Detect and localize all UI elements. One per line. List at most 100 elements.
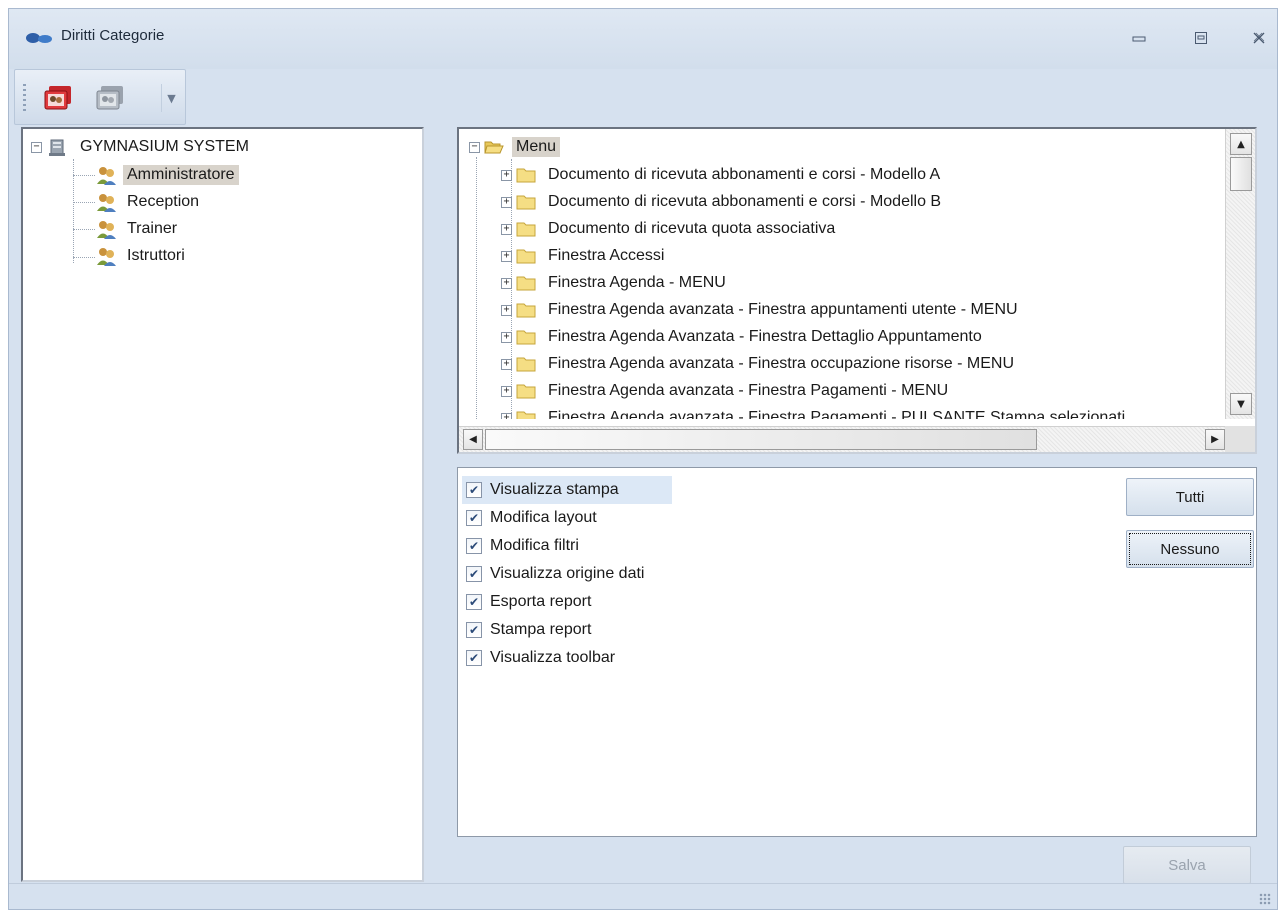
- permission-modifica-layout[interactable]: ✔ Modifica layout: [462, 504, 607, 532]
- checkbox[interactable]: ✔: [466, 566, 482, 582]
- expand-icon[interactable]: +: [501, 223, 512, 235]
- menu-item-label: Finestra Agenda avanzata - Finestra occu…: [548, 355, 1014, 372]
- diritti-categorie-window: Diritti Categorie ▼ − GYMNASIUM SYSTEM A…: [8, 8, 1278, 910]
- vertical-scroll-thumb[interactable]: [1230, 157, 1252, 191]
- folder-icon: [516, 249, 536, 264]
- folder-icon: [516, 411, 536, 419]
- menu-item[interactable]: + Finestra Agenda Avanzata - Finestra De…: [501, 324, 986, 350]
- user-group-gray-icon[interactable]: [91, 82, 129, 114]
- menu-item[interactable]: + Finestra Agenda avanzata - Finestra Pa…: [501, 405, 1129, 419]
- collapse-icon[interactable]: −: [469, 141, 480, 153]
- checkbox[interactable]: ✔: [466, 510, 482, 526]
- collapse-icon[interactable]: −: [31, 141, 42, 153]
- scroll-down-icon[interactable]: ▼: [1230, 393, 1252, 415]
- close-icon[interactable]: [1247, 27, 1271, 49]
- checkbox[interactable]: ✔: [466, 650, 482, 666]
- expand-icon[interactable]: +: [501, 385, 512, 397]
- vertical-scrollbar[interactable]: ▲ ▼: [1225, 129, 1255, 419]
- maximize-icon[interactable]: [1189, 27, 1213, 49]
- permissions-list: ✔ Visualizza stampa ✔ Modifica layout ✔ …: [457, 467, 1257, 837]
- checkbox[interactable]: ✔: [466, 482, 482, 498]
- horizontal-scrollbar[interactable]: ◀ ▶: [459, 426, 1229, 452]
- permission-visualizza-stampa[interactable]: ✔ Visualizza stampa: [462, 476, 672, 504]
- save-button[interactable]: Salva: [1123, 846, 1251, 884]
- permission-stampa-report[interactable]: ✔ Stampa report: [462, 616, 601, 644]
- expand-icon[interactable]: +: [501, 277, 512, 289]
- folder-icon: [516, 195, 536, 210]
- permission-visualizza-origine-dati[interactable]: ✔ Visualizza origine dati: [462, 560, 654, 588]
- title-bar: Diritti Categorie: [9, 9, 1277, 69]
- tree-item-label: Trainer: [127, 220, 178, 237]
- tree-item-istruttori[interactable]: Istruttori: [95, 244, 189, 268]
- tree-root-label: GYMNASIUM SYSTEM: [80, 138, 249, 155]
- status-bar: [9, 883, 1277, 909]
- permission-label: Visualizza toolbar: [490, 649, 616, 666]
- scroll-up-icon[interactable]: ▲: [1230, 133, 1252, 155]
- menu-item-label: Finestra Accessi: [548, 247, 665, 264]
- user-group-icon: [97, 194, 116, 212]
- scroll-corner: [1225, 426, 1255, 452]
- menu-item[interactable]: + Finestra Agenda avanzata - Finestra Pa…: [501, 378, 952, 404]
- permission-label: Stampa report: [490, 621, 592, 638]
- expand-icon[interactable]: +: [501, 196, 512, 208]
- permission-visualizza-toolbar[interactable]: ✔ Visualizza toolbar: [462, 644, 625, 672]
- menu-item-label: Finestra Agenda Avanzata - Finestra Dett…: [548, 328, 982, 345]
- horizontal-scroll-thumb[interactable]: [485, 429, 1037, 450]
- menu-item[interactable]: + Finestra Agenda avanzata - Finestra oc…: [501, 351, 1018, 377]
- scroll-right-icon[interactable]: ▶: [1205, 429, 1225, 450]
- folder-icon: [516, 276, 536, 291]
- select-none-button[interactable]: Nessuno: [1126, 530, 1254, 568]
- tree-item-label: Istruttori: [127, 247, 185, 264]
- expand-icon[interactable]: +: [501, 412, 512, 419]
- folder-icon: [516, 384, 536, 399]
- user-group-icon: [97, 167, 116, 185]
- permission-modifica-filtri[interactable]: ✔ Modifica filtri: [462, 532, 589, 560]
- menu-item[interactable]: + Documento di ricevuta abbonamenti e co…: [501, 162, 944, 188]
- tree-item-amministratore[interactable]: Amministratore: [95, 163, 239, 187]
- menu-root-label: Menu: [512, 137, 561, 157]
- expand-icon[interactable]: +: [501, 304, 512, 316]
- expand-icon[interactable]: +: [501, 331, 512, 343]
- menu-item-label: Finestra Agenda avanzata - Finestra appu…: [548, 301, 1018, 318]
- toolbar: ▼: [14, 69, 186, 125]
- menu-tree-rows: − Menu + Documento di ricevuta abbonamen…: [459, 129, 1219, 419]
- resize-grip-icon[interactable]: [1259, 893, 1271, 905]
- menu-item-label: Documento di ricevuta quota associativa: [548, 220, 836, 237]
- menu-item-label: Documento di ricevuta abbonamenti e cors…: [548, 166, 941, 183]
- folder-icon: [516, 357, 536, 372]
- checkbox[interactable]: ✔: [466, 622, 482, 638]
- permission-label: Visualizza origine dati: [490, 565, 645, 582]
- minimize-icon[interactable]: [1127, 27, 1151, 49]
- menu-root[interactable]: − Menu: [469, 135, 561, 159]
- tree-item-label: Amministratore: [123, 165, 239, 185]
- expand-icon[interactable]: +: [501, 250, 512, 262]
- permission-label: Modifica filtri: [490, 537, 579, 554]
- folder-icon: [516, 303, 536, 318]
- tree-root[interactable]: − GYMNASIUM SYSTEM: [31, 135, 253, 159]
- app-logo-icon: [26, 33, 52, 43]
- expand-icon[interactable]: +: [501, 169, 512, 181]
- select-all-button[interactable]: Tutti: [1126, 478, 1254, 516]
- tree-item-trainer[interactable]: Trainer: [95, 217, 181, 241]
- folder-icon: [516, 222, 536, 237]
- checkbox[interactable]: ✔: [466, 594, 482, 610]
- tree-item-reception[interactable]: Reception: [95, 190, 203, 214]
- toolbar-grip[interactable]: [23, 84, 26, 112]
- categories-tree: − GYMNASIUM SYSTEM Amministratore Recept…: [21, 127, 424, 882]
- menu-item[interactable]: + Finestra Agenda avanzata - Finestra ap…: [501, 297, 1022, 323]
- scroll-left-icon[interactable]: ◀: [463, 429, 483, 450]
- folder-open-icon: [484, 141, 504, 154]
- window-title: Diritti Categorie: [61, 27, 165, 44]
- chevron-down-icon[interactable]: ▼: [161, 84, 181, 112]
- menu-item[interactable]: + Documento di ricevuta quota associativ…: [501, 216, 839, 242]
- server-icon: [49, 139, 65, 156]
- menu-item[interactable]: + Finestra Agenda - MENU: [501, 270, 730, 296]
- menu-item[interactable]: + Finestra Accessi: [501, 243, 668, 269]
- expand-icon[interactable]: +: [501, 358, 512, 370]
- permission-esporta-report[interactable]: ✔ Esporta report: [462, 588, 601, 616]
- folder-icon: [516, 330, 536, 345]
- tree-item-label: Reception: [127, 193, 200, 210]
- user-group-red-icon[interactable]: [39, 82, 77, 114]
- checkbox[interactable]: ✔: [466, 538, 482, 554]
- menu-item[interactable]: + Documento di ricevuta abbonamenti e co…: [501, 189, 945, 215]
